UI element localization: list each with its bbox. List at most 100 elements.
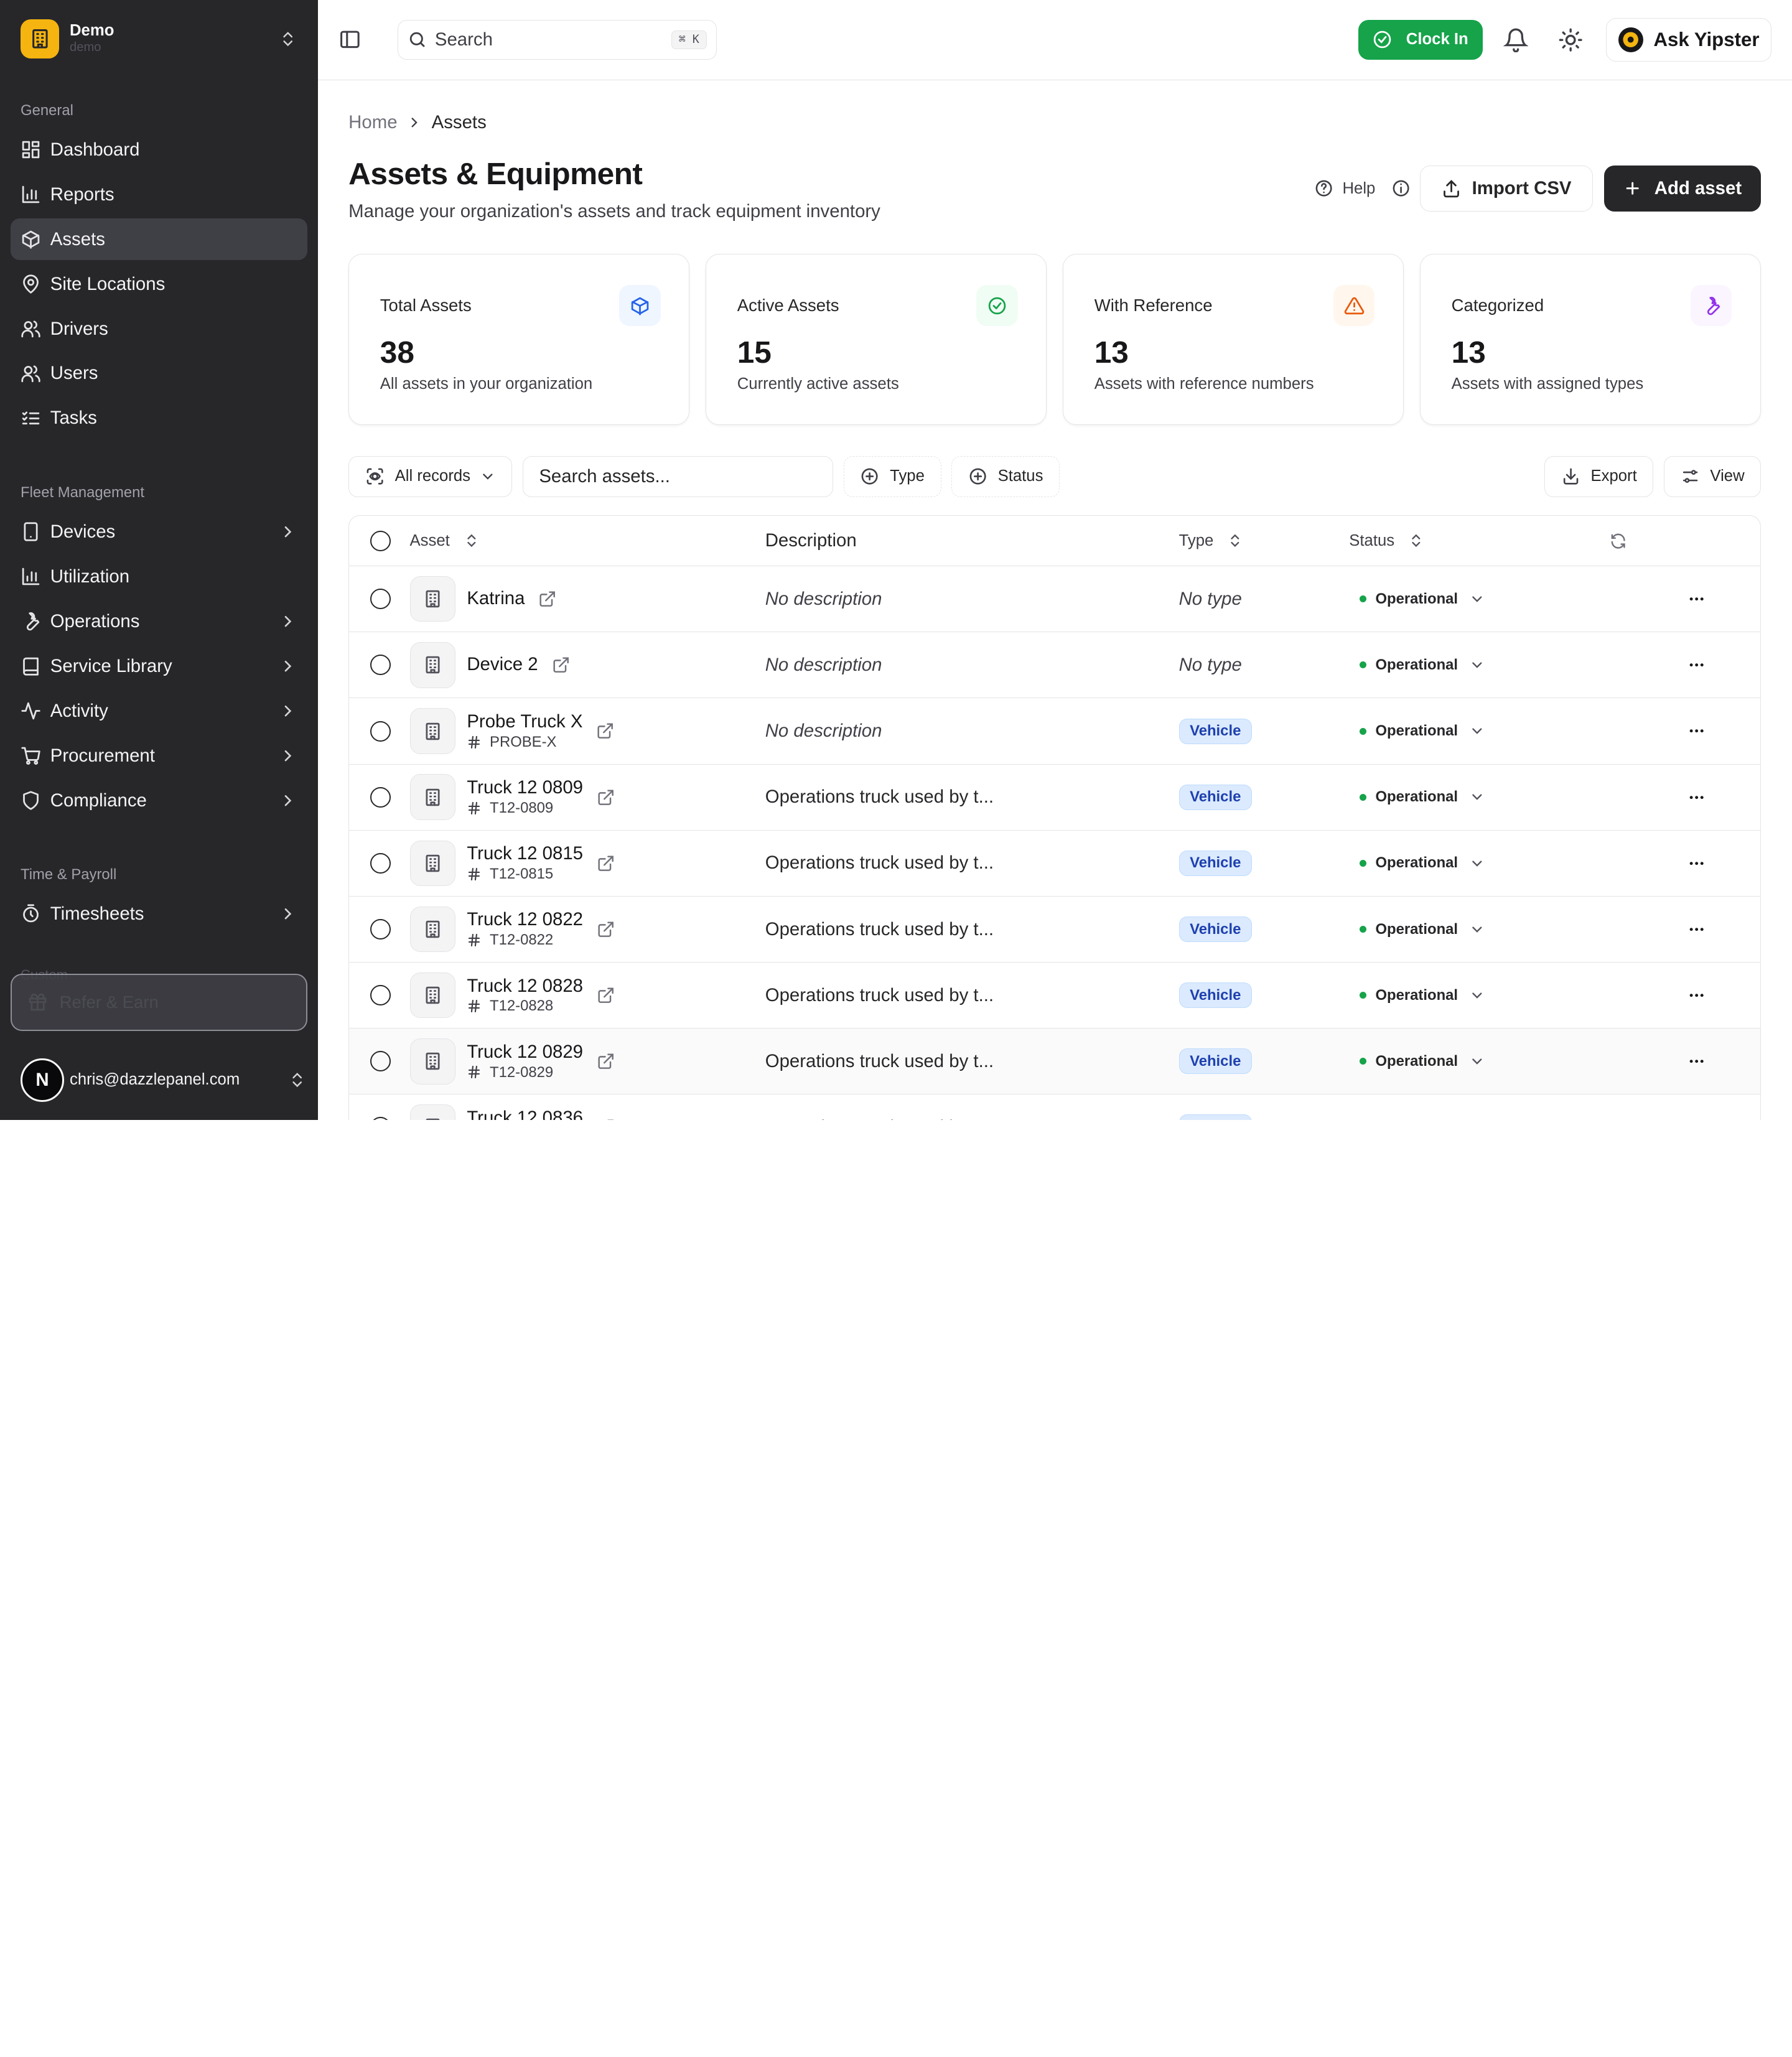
table-row[interactable]: Truck 12 0822T12-0822Operations truck us… [349, 897, 1760, 963]
asset-name[interactable]: Probe Truck X [467, 711, 582, 733]
chevron-down-icon [1469, 723, 1485, 739]
sidebar-item-reports[interactable]: Reports [11, 174, 308, 215]
add-asset-button[interactable]: Add asset [1604, 166, 1761, 211]
row-checkbox[interactable] [370, 655, 391, 675]
more-horizontal-icon[interactable] [1687, 986, 1706, 1004]
table-row[interactable]: Truck 12 0829T12-0829Operations truck us… [349, 1028, 1760, 1094]
external-link-icon[interactable] [538, 590, 556, 608]
sidebar-item-procurement[interactable]: Procurement [11, 735, 308, 777]
asset-name[interactable]: Truck 12 0828 [467, 976, 583, 997]
type-filter-button[interactable]: Type [844, 456, 941, 497]
sidebar-item-operations[interactable]: Operations [11, 601, 308, 642]
refresh-icon[interactable] [1609, 532, 1627, 550]
workspace-switcher[interactable]: Demo demo [0, 0, 318, 78]
building-icon [410, 642, 455, 688]
sidebar-item-service-library[interactable]: Service Library [11, 646, 308, 687]
column-status[interactable]: Status [1349, 532, 1633, 550]
breadcrumb-home[interactable]: Home [348, 112, 397, 133]
select-all-checkbox[interactable] [370, 531, 391, 551]
row-checkbox[interactable] [370, 1117, 391, 1120]
sidebar-item-utilization[interactable]: Utilization [11, 556, 308, 597]
sidebar-toggle-icon[interactable] [338, 28, 362, 51]
sidebar-item-compliance[interactable]: Compliance [11, 780, 308, 821]
more-horizontal-icon[interactable] [1687, 590, 1706, 608]
sidebar-item-dashboard[interactable]: Dashboard [11, 129, 308, 170]
sidebar-item-label: Procurement [50, 745, 279, 767]
help-button[interactable]: Help [1314, 179, 1376, 198]
asset-name[interactable]: Katrina [467, 588, 525, 610]
table-row[interactable]: KatrinaNo descriptionNo typeOperational [349, 566, 1760, 632]
external-link-icon[interactable] [597, 986, 615, 1004]
row-checkbox[interactable] [370, 919, 391, 940]
row-checkbox[interactable] [370, 787, 391, 808]
row-checkbox[interactable] [370, 589, 391, 609]
sidebar-item-tasks[interactable]: Tasks [11, 398, 308, 439]
more-horizontal-icon[interactable] [1687, 656, 1706, 674]
import-csv-button[interactable]: Import CSV [1420, 166, 1593, 211]
clock-in-button[interactable]: Clock In [1358, 20, 1483, 60]
view-options-button[interactable]: View [1664, 456, 1761, 497]
more-horizontal-icon[interactable] [1687, 788, 1706, 806]
status-dropdown[interactable]: Operational [1349, 656, 1633, 674]
table-row[interactable]: Probe Truck XPROBE-XNo descriptionVehicl… [349, 698, 1760, 764]
asset-name[interactable]: Truck 12 0822 [467, 909, 583, 931]
asset-reference: T12-0815 [467, 865, 583, 883]
asset-name[interactable]: Truck 12 0809 [467, 777, 583, 799]
external-link-icon[interactable] [597, 1052, 615, 1070]
sidebar-item-activity[interactable]: Activity [11, 691, 308, 732]
more-horizontal-icon[interactable] [1687, 854, 1706, 872]
column-asset[interactable]: Asset [410, 532, 765, 550]
row-checkbox[interactable] [370, 985, 391, 1005]
sidebar-item-users[interactable]: Users [11, 353, 308, 394]
user-menu[interactable]: N chris@dazzlepanel.com [21, 1053, 306, 1106]
sidebar-item-site-locations[interactable]: Site Locations [11, 263, 308, 304]
sidebar-item-drivers[interactable]: Drivers [11, 308, 308, 349]
external-link-icon[interactable] [597, 920, 615, 938]
row-checkbox[interactable] [370, 853, 391, 874]
more-horizontal-icon[interactable] [1687, 920, 1706, 938]
sidebar-item-timesheets[interactable]: Timesheets [11, 893, 308, 935]
asset-name[interactable]: Device 2 [467, 654, 538, 676]
stat-card-categorized: Categorized13Assets with assigned types [1420, 254, 1761, 426]
export-button[interactable]: Export [1544, 456, 1653, 497]
external-link-icon[interactable] [596, 722, 614, 740]
status-filter-button[interactable]: Status [951, 456, 1060, 497]
external-link-icon[interactable] [597, 788, 615, 806]
status-dropdown[interactable]: Operational [1349, 987, 1633, 1004]
bell-icon[interactable] [1503, 27, 1528, 52]
asset-search-input[interactable]: Search assets... [523, 456, 834, 497]
chevron-down-icon [1469, 1053, 1485, 1070]
records-filter-button[interactable]: All records [348, 456, 512, 497]
external-link-icon[interactable] [552, 656, 570, 674]
table-row[interactable]: Truck 12 0836T12-0836Operations truck us… [349, 1094, 1760, 1120]
global-search[interactable]: Search ⌘ K [398, 20, 716, 60]
status-dropdown[interactable]: Operational [1349, 921, 1633, 938]
external-link-icon[interactable] [597, 854, 615, 872]
status-dropdown[interactable]: Operational [1349, 854, 1633, 872]
info-icon[interactable] [1391, 179, 1411, 198]
table-row[interactable]: Truck 12 0809T12-0809Operations truck us… [349, 765, 1760, 831]
more-horizontal-icon[interactable] [1687, 1052, 1706, 1070]
stat-value: 38 [380, 334, 414, 370]
status-dropdown[interactable]: Operational [1349, 1053, 1633, 1070]
status-dropdown[interactable]: Operational [1349, 788, 1633, 806]
chevron-right-icon [406, 114, 422, 131]
status-dropdown[interactable]: Operational [1349, 722, 1633, 740]
table-row[interactable]: Truck 12 0828T12-0828Operations truck us… [349, 963, 1760, 1028]
sidebar-item-devices[interactable]: Devices [11, 511, 308, 553]
more-horizontal-icon[interactable] [1687, 722, 1706, 740]
sidebar-item-assets[interactable]: Assets [11, 218, 308, 259]
row-checkbox[interactable] [370, 721, 391, 742]
asset-name[interactable]: Truck 12 0836 [467, 1108, 583, 1120]
status-dropdown[interactable]: Operational [1349, 590, 1633, 608]
column-type[interactable]: Type [1179, 532, 1350, 550]
refer-and-earn-button[interactable]: Refer & Earn [11, 974, 308, 1031]
row-checkbox[interactable] [370, 1051, 391, 1071]
sun-icon[interactable] [1558, 27, 1583, 52]
asset-name[interactable]: Truck 12 0829 [467, 1042, 583, 1063]
asset-name[interactable]: Truck 12 0815 [467, 843, 583, 865]
stat-value: 13 [1452, 334, 1486, 370]
ask-yipster-button[interactable]: Ask Yipster [1606, 18, 1771, 62]
table-row[interactable]: Device 2No descriptionNo typeOperational [349, 632, 1760, 698]
table-row[interactable]: Truck 12 0815T12-0815Operations truck us… [349, 831, 1760, 897]
